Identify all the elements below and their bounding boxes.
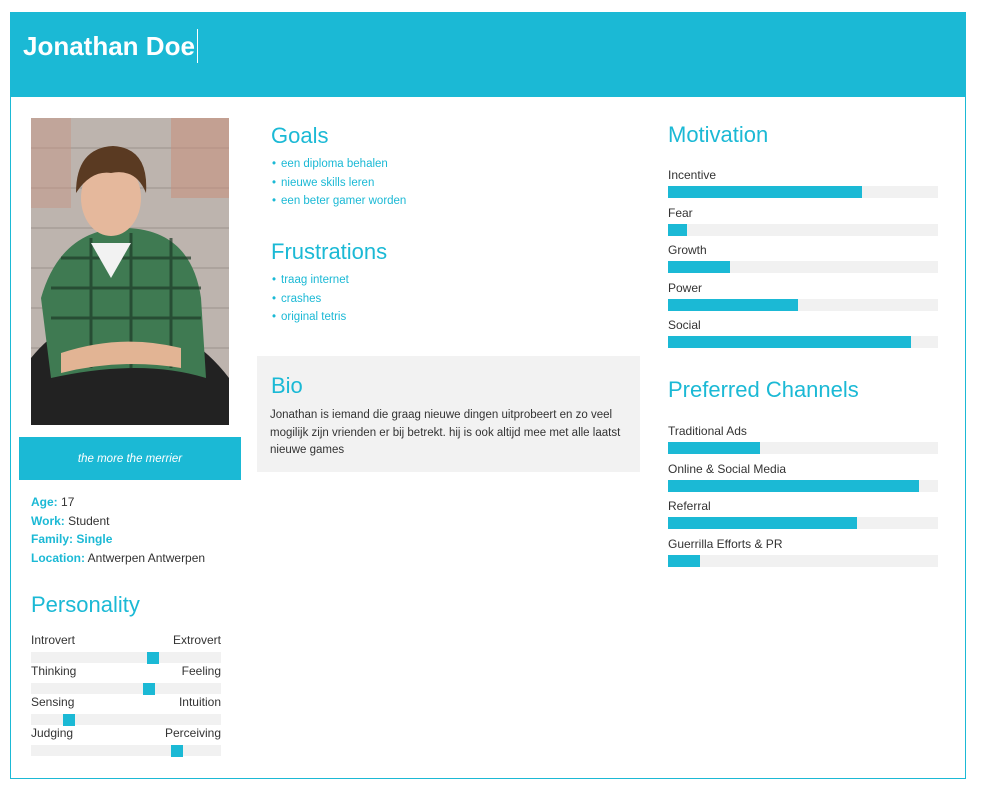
trait-track (31, 652, 221, 664)
bar-fill (668, 479, 920, 492)
fact-location-label: Location: (31, 550, 85, 565)
motivation-row: Incentive (668, 168, 938, 206)
bar-fill (668, 517, 857, 529)
bar-fill (668, 554, 701, 567)
fact-work: Work: Student (31, 512, 205, 531)
persona-card: Jonathan Doe the more the merrier Age: 1… (10, 12, 966, 779)
bar-label: Referral (668, 499, 711, 513)
photo-illustration (31, 118, 229, 425)
frustrations-list: traag internet crashes original tetris (272, 271, 349, 327)
channel-row: Referral (668, 499, 938, 537)
fact-age-label: Age: (31, 495, 58, 509)
fact-work-label: Work: (31, 513, 65, 528)
bar-fill (668, 298, 798, 311)
bar-label: Fear (668, 205, 693, 220)
bar-label: Traditional Ads (668, 424, 747, 438)
fact-work-value: Student (68, 513, 110, 528)
personality-sliders: Introvert Extrovert Thinking Feeling Sen… (31, 633, 221, 757)
bar-fill (668, 186, 863, 198)
channel-row: Online & Social Media (668, 462, 938, 500)
trait-row: Sensing Intuition (31, 695, 221, 726)
fact-location-value: Antwerpen Antwerpen (87, 550, 206, 565)
trait-row: Introvert Extrovert (31, 633, 221, 664)
fact-family-label: Family: (31, 532, 74, 546)
trait-right-label: Intuition (178, 695, 221, 709)
persona-photo (31, 118, 229, 425)
bar-track (668, 517, 938, 529)
channel-row: Traditional Ads (668, 424, 938, 462)
bio-panel: Bio Jonathan is iemand die graag nieuwe … (257, 356, 640, 472)
frustrations-title: Frustrations (271, 239, 388, 264)
persona-quote: the more the merrier (19, 437, 241, 480)
bar-label: Growth (668, 243, 707, 257)
trait-track (31, 745, 221, 757)
bar-track (668, 479, 938, 492)
fact-age: Age: 17 (31, 493, 205, 512)
trait-right-label: Feeling (181, 664, 221, 678)
trait-knob[interactable] (142, 683, 155, 695)
list-item: een beter gamer worden (272, 192, 406, 211)
trait-right-label: Perceiving (164, 726, 221, 740)
header-bar: Jonathan Doe (11, 13, 965, 97)
motivation-bars: Incentive Fear Growth Power Social (668, 168, 938, 356)
bar-fill (668, 336, 911, 348)
bar-label: Power (668, 280, 703, 295)
trait-track (31, 683, 221, 695)
trait-knob[interactable] (146, 652, 159, 664)
motivation-title: Motivation (668, 122, 769, 147)
trait-knob[interactable] (171, 745, 184, 757)
fact-location: Location: Antwerpen Antwerpen (31, 549, 205, 568)
channels-title: Preferred Channels (668, 377, 859, 402)
trait-row: Thinking Feeling (31, 664, 221, 695)
bar-track (668, 298, 938, 311)
trait-left-label: Introvert (31, 633, 76, 647)
motivation-row: Growth (668, 243, 938, 281)
bar-track (668, 442, 938, 454)
bar-fill (668, 261, 731, 273)
trait-left-label: Thinking (31, 664, 77, 678)
channels-bars: Traditional Ads Online & Social Media Re… (668, 424, 938, 574)
bar-track (668, 336, 938, 348)
fact-age-value: 17 (61, 495, 75, 509)
bar-label: Incentive (668, 168, 717, 182)
list-item: een diploma behalen (272, 155, 406, 174)
motivation-row: Fear (668, 206, 938, 244)
bar-label: Online & Social Media (668, 461, 787, 476)
trait-left-label: Sensing (31, 695, 75, 709)
list-item: nieuwe skills leren (272, 174, 406, 193)
personality-title: Personality (31, 592, 140, 617)
trait-track (31, 714, 221, 726)
fact-family: Family: Single (31, 530, 205, 549)
bar-fill (668, 223, 687, 236)
bar-label: Social (668, 318, 701, 332)
bar-track (668, 554, 938, 567)
bar-fill (668, 442, 760, 454)
trait-right-label: Extrovert (172, 633, 221, 647)
bar-track (668, 186, 938, 198)
motivation-row: Power (668, 281, 938, 319)
trait-knob[interactable] (63, 714, 75, 726)
persona-name[interactable]: Jonathan Doe (23, 29, 198, 63)
bar-track (668, 223, 938, 236)
persona-facts: Age: 17 Work: Student Family: Single Loc… (31, 493, 205, 567)
bio-text: Jonathan is iemand die graag nieuwe ding… (270, 409, 621, 456)
list-item: traag internet (272, 271, 349, 290)
goals-title: Goals (271, 123, 329, 148)
list-item: crashes (272, 290, 349, 309)
channel-row: Guerrilla Efforts & PR (668, 537, 938, 575)
trait-left-label: Judging (31, 726, 74, 740)
list-item: original tetris (272, 308, 349, 327)
bar-label: Guerrilla Efforts & PR (668, 536, 783, 551)
trait-row: Judging Perceiving (31, 726, 221, 757)
bar-track (668, 261, 938, 273)
fact-family-value: Single (76, 532, 113, 546)
goals-list: een diploma behalen nieuwe skills leren … (272, 155, 406, 211)
bio-title: Bio (271, 373, 303, 398)
motivation-row: Social (668, 318, 938, 356)
